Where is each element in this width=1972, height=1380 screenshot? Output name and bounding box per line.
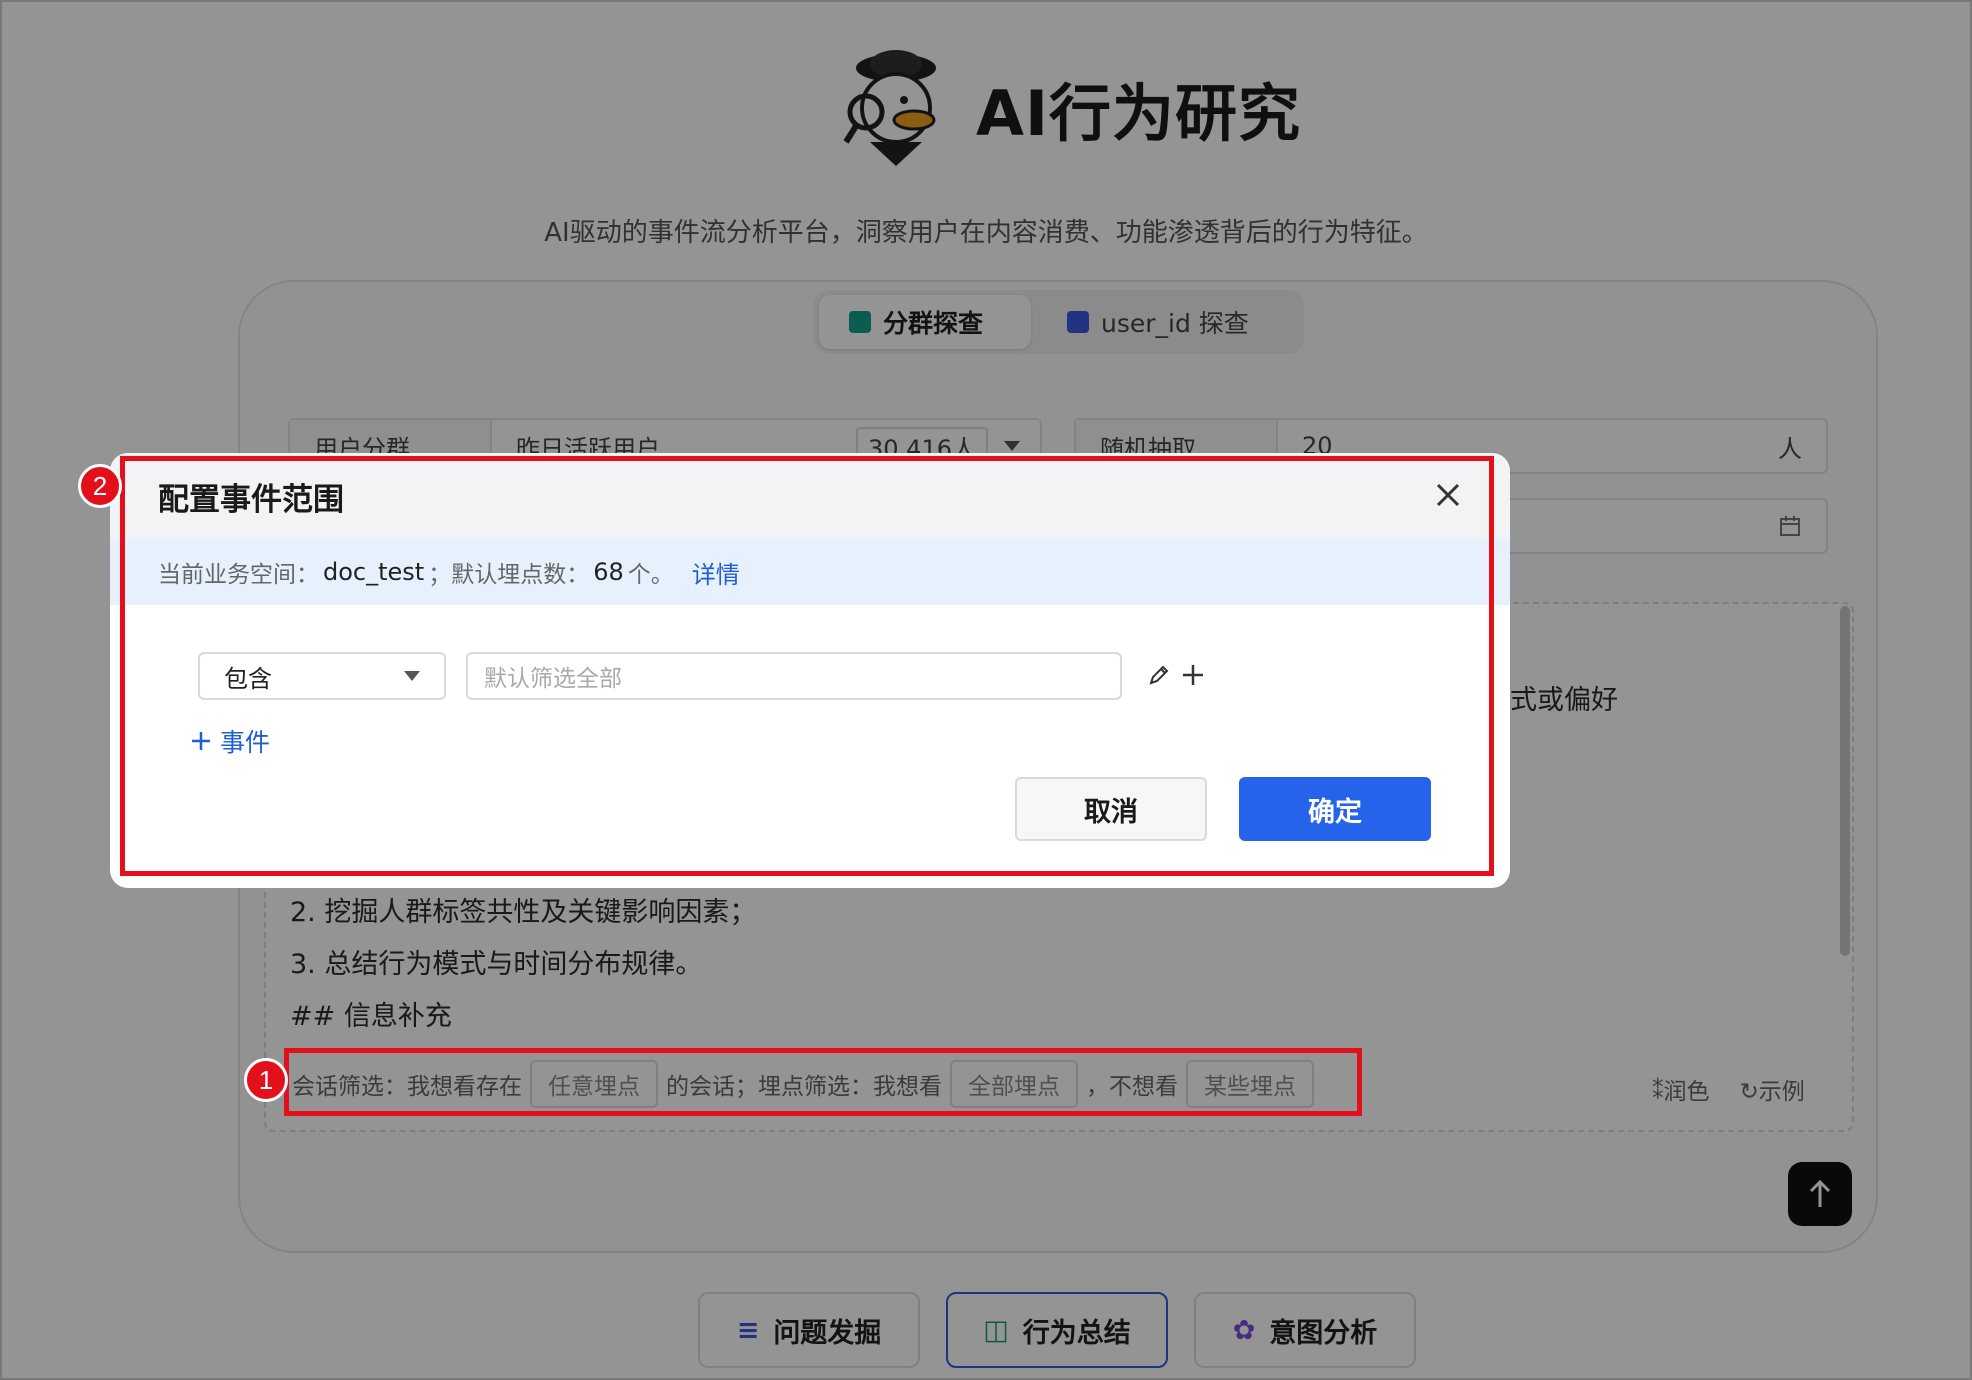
annotation-badge-1: 1 [244,1058,288,1102]
annotation-box-2 [120,456,1494,876]
annotation-box-1 [284,1048,1362,1116]
annotation-badge-2: 2 [78,464,122,508]
